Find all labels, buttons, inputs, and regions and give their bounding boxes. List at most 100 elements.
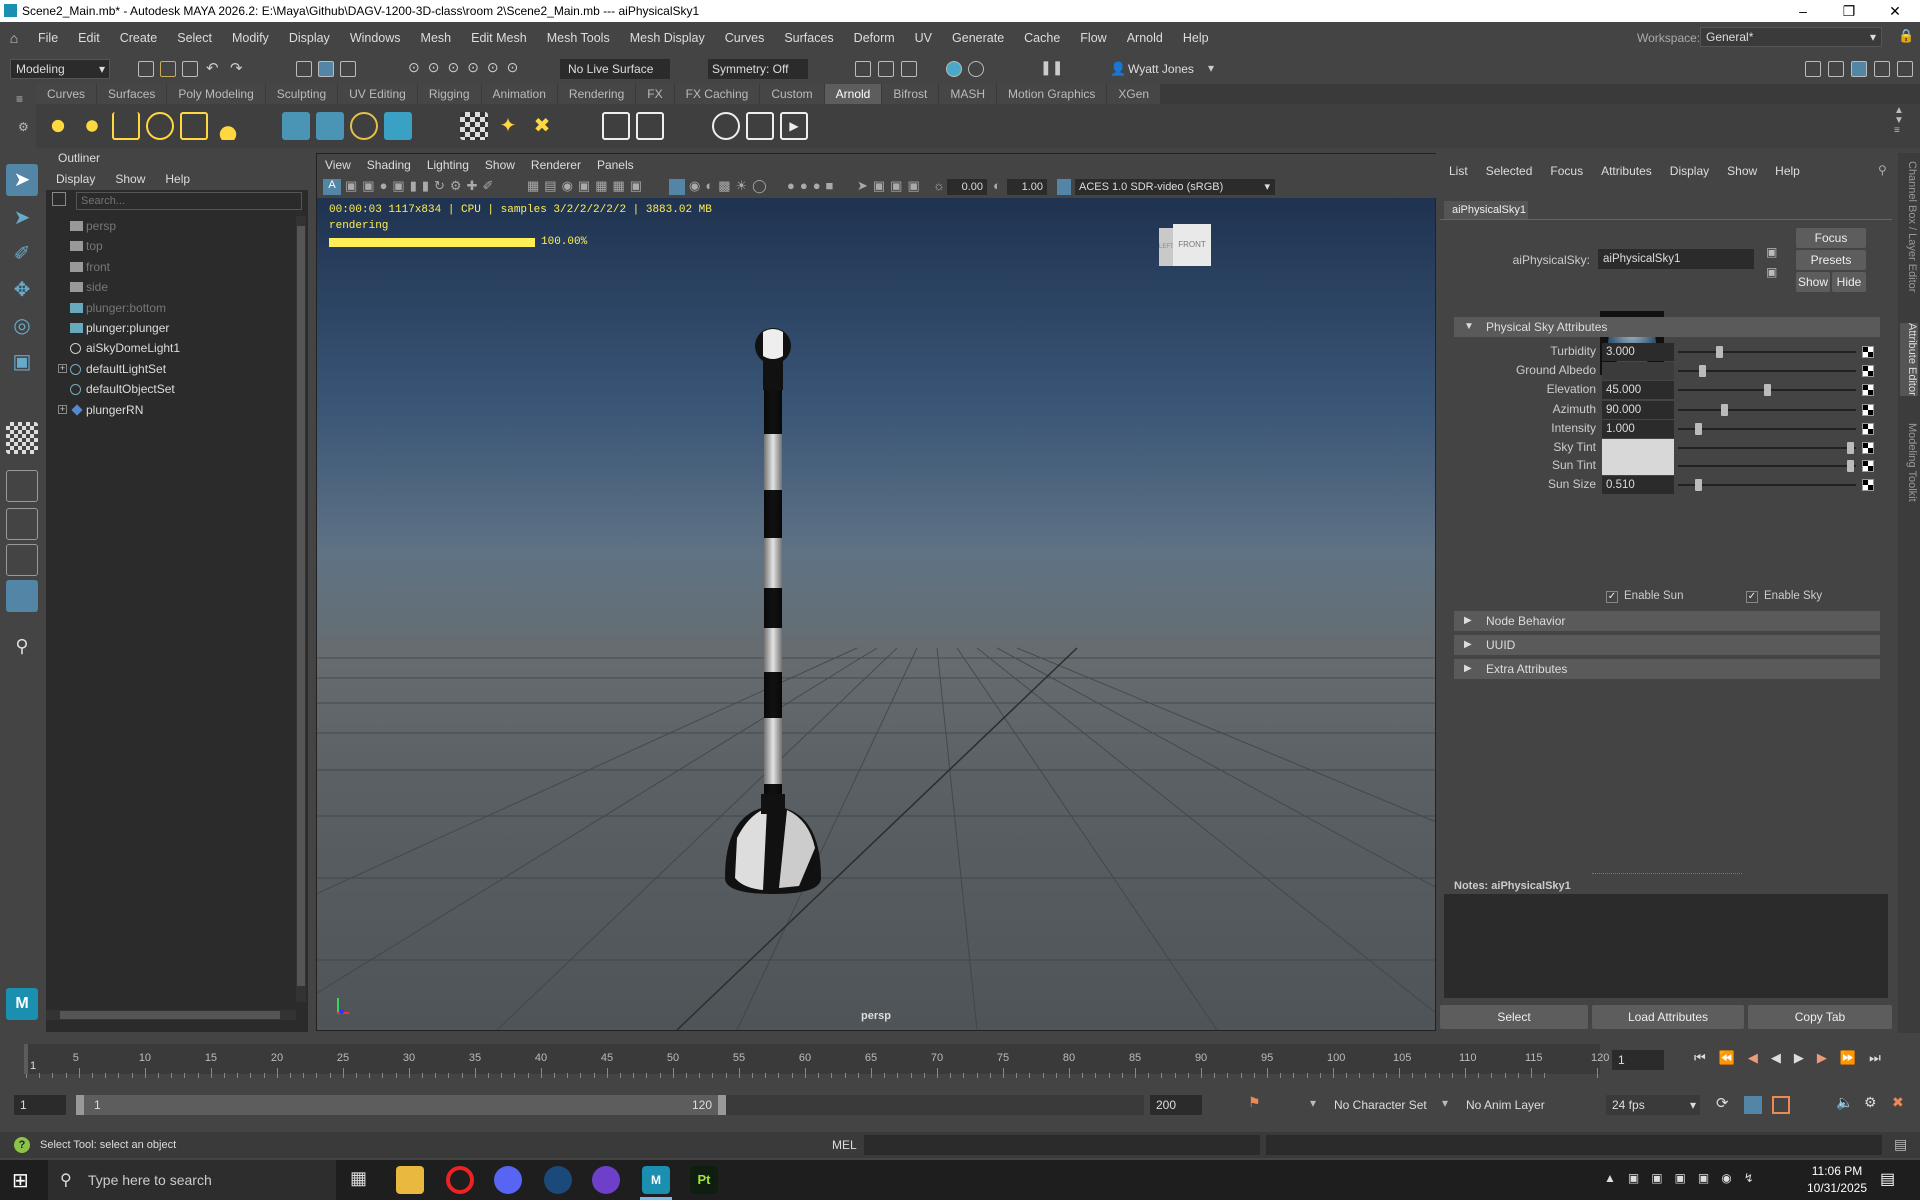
rotate-tool-icon[interactable]: ◎ — [6, 310, 38, 342]
outliner-item[interactable]: + defaultLightSet — [46, 359, 294, 379]
menu-file[interactable]: File — [28, 31, 68, 45]
notifications-icon[interactable]: ▤ — [1880, 1169, 1895, 1189]
ipr-render-icon[interactable] — [878, 61, 894, 77]
menu-mesh[interactable]: Mesh — [411, 31, 462, 45]
outliner-vscrollbar[interactable] — [296, 216, 306, 1002]
view-cube-left[interactable]: LEFT — [1159, 228, 1174, 266]
shelf-tab-bifrost[interactable]: Bifrost — [882, 84, 939, 104]
command-input[interactable] — [864, 1135, 1260, 1155]
modeling-toolkit-toggle-icon[interactable] — [1805, 61, 1821, 77]
step-forward-icon[interactable]: ⏩ — [1840, 1050, 1869, 1065]
render-view-icon[interactable] — [460, 112, 488, 140]
attr-value-field[interactable]: 1.000 — [1602, 420, 1674, 438]
color-space-dropdown[interactable]: ACES 1.0 SDR-video (sRGB) ▾ — [1075, 179, 1275, 195]
side-tab-modeling-toolkit[interactable]: Modeling Toolkit — [1900, 423, 1918, 502]
range-start-handle[interactable] — [76, 1095, 84, 1115]
attr-value-field[interactable]: 3.000 — [1602, 343, 1674, 361]
color-management-icon[interactable] — [1057, 179, 1071, 195]
shelf-tab-xgen[interactable]: XGen — [1107, 84, 1161, 104]
attr-slider-knob[interactable] — [1764, 384, 1771, 396]
view-cube-front[interactable]: FRONT — [1173, 224, 1211, 266]
outliner-item[interactable]: persp — [46, 216, 294, 236]
map-texture-icon[interactable] — [1862, 384, 1874, 396]
next-key-icon[interactable]: ▶ — [1817, 1050, 1840, 1065]
step-back-icon[interactable]: ⏪ — [1719, 1050, 1748, 1065]
chevron-down-icon[interactable]: ▾ — [1208, 61, 1214, 75]
outliner-item[interactable]: top — [46, 236, 294, 256]
menu-edit[interactable]: Edit — [68, 31, 110, 45]
workspace-dropdown[interactable]: General* ▾ — [1700, 27, 1882, 47]
outliner-layout-icon[interactable] — [6, 580, 38, 612]
enable-sun-checkbox[interactable]: ✓ — [1606, 591, 1618, 603]
node-name-field[interactable]: aiPhysicalSky1 — [1598, 249, 1754, 269]
attr-slider-track[interactable] — [1678, 484, 1856, 486]
input-connection-icon[interactable]: ▣ — [1766, 245, 1777, 259]
vp-menu-view[interactable]: View — [317, 158, 359, 172]
tool-settings-toggle-icon[interactable] — [1874, 61, 1890, 77]
windows-start-icon[interactable]: ⊞ — [12, 1168, 29, 1193]
shelf-tab-surfaces[interactable]: Surfaces — [97, 84, 167, 104]
current-time-indicator[interactable] — [24, 1044, 28, 1074]
prev-key-icon[interactable]: ◀ — [1748, 1050, 1771, 1065]
attr-slider-track[interactable] — [1678, 351, 1856, 353]
attr-slider-knob[interactable] — [1698, 365, 1706, 377]
light-manager-icon[interactable] — [636, 112, 664, 140]
script-editor-icon[interactable]: ▤ — [1894, 1136, 1907, 1153]
menu-help[interactable]: Help — [1173, 31, 1219, 45]
outliner-hscrollbar[interactable] — [46, 1010, 296, 1020]
attr-slider-knob[interactable] — [1715, 346, 1723, 358]
camera-tools-icons[interactable]: ▣▣●▣▮▮↻⚙✚✐ — [345, 178, 498, 194]
menu-cache[interactable]: Cache — [1014, 31, 1070, 45]
substance-painter-icon[interactable]: Pt — [690, 1166, 718, 1194]
ae-menu-help[interactable]: Help — [1766, 164, 1809, 178]
shelf-tab-poly-modeling[interactable]: Poly Modeling — [167, 84, 265, 104]
vp-menu-lighting[interactable]: Lighting — [419, 158, 477, 172]
four-view-icon[interactable] — [6, 508, 38, 540]
spot-light-icon[interactable] — [112, 112, 140, 140]
plunger-model[interactable] — [317, 198, 1435, 1030]
mesh-light-icon[interactable] — [180, 112, 208, 140]
notes-textarea[interactable] — [1444, 894, 1888, 998]
sound-icon[interactable]: 🔈 — [1836, 1094, 1853, 1111]
menu-create[interactable]: Create — [110, 31, 168, 45]
chevron-down-icon[interactable]: ▾ — [1310, 1096, 1316, 1110]
shelf-tab-fx[interactable]: FX — [636, 84, 674, 104]
task-view-icon[interactable]: ▦ — [350, 1168, 367, 1189]
shelf-menu-icon[interactable]: ≡ — [16, 92, 23, 106]
curve-collector-icon[interactable] — [350, 112, 378, 140]
focus-button[interactable]: Focus — [1796, 228, 1866, 248]
home-icon[interactable]: ⌂ — [0, 30, 28, 46]
outliner-item[interactable]: + plungerRN — [46, 400, 294, 420]
ae-tab-aiphysicalsky1[interactable]: aiPhysicalSky1 — [1444, 201, 1528, 219]
presets-button[interactable]: Presets — [1796, 250, 1866, 270]
menu-edit-mesh[interactable]: Edit Mesh — [461, 31, 537, 45]
symmetry-dropdown[interactable]: Symmetry: Off — [708, 59, 808, 79]
open-scene-icon[interactable] — [160, 61, 176, 77]
attr-value-field[interactable]: 90.000 — [1602, 401, 1674, 419]
menu-display[interactable]: Display — [279, 31, 340, 45]
outliner-item[interactable]: plunger:plunger — [46, 318, 294, 338]
channel-box-toggle-icon[interactable] — [1897, 61, 1913, 77]
settings-panel-icon[interactable] — [746, 112, 774, 140]
notes-divider[interactable] — [1592, 873, 1742, 874]
persp-outliner-icon[interactable] — [6, 544, 38, 576]
attr-slider-knob[interactable] — [1721, 404, 1728, 416]
go-to-end-icon[interactable]: ⏭ — [1869, 1050, 1894, 1065]
outliner-menu-help[interactable]: Help — [155, 172, 200, 186]
outliner-menu-show[interactable]: Show — [105, 172, 155, 186]
ae-menu-attributes[interactable]: Attributes — [1592, 164, 1661, 178]
area-light-icon[interactable] — [78, 112, 106, 140]
outliner-menu-display[interactable]: Display — [46, 172, 105, 186]
clock-date[interactable]: 10/31/2025 — [1800, 1181, 1874, 1195]
enable-sky-checkbox[interactable]: ✓ — [1746, 591, 1758, 603]
load-attributes-button[interactable]: Load Attributes — [1592, 1005, 1744, 1029]
gear-icon[interactable]: ⚙ — [18, 120, 29, 134]
shading-icons[interactable]: ◉◐▩☀◯ — [689, 178, 772, 194]
pause-icon[interactable]: ❚❚ — [1040, 59, 1063, 76]
shelf-tab-rigging[interactable]: Rigging — [417, 84, 481, 104]
gamma-field[interactable]: 1.00 — [1007, 179, 1047, 195]
vp-menu-shading[interactable]: Shading — [359, 158, 419, 172]
export-standin-icon[interactable] — [316, 112, 344, 140]
system-tray-icons[interactable]: ▲▣▣▣▣◉↯ — [1604, 1171, 1766, 1185]
menu-select[interactable]: Select — [167, 31, 222, 45]
